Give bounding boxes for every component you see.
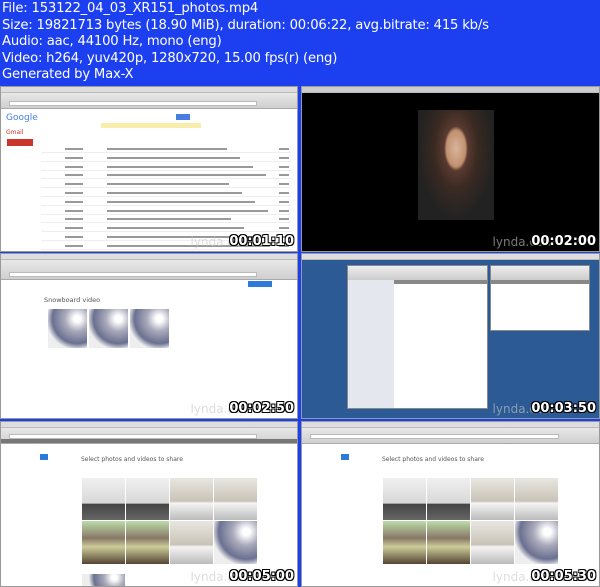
search-button [176, 114, 190, 120]
email-row [41, 180, 291, 189]
thumbnail-finder: lynda.com 00:03:50 [301, 253, 600, 419]
timestamp: 00:05:00 [229, 569, 294, 584]
video-thumbnail [89, 309, 128, 348]
share-heading: Select photos and videos to share [382, 456, 484, 463]
notification-bar [101, 123, 201, 128]
timestamp: 00:02:50 [229, 401, 294, 416]
generator-info: Generated by Max-X [2, 67, 134, 83]
thumbnail-dropbox-folder: Snowboard video lynda.com 00:02:50 [0, 253, 298, 419]
timestamp: 00:02:00 [531, 234, 596, 249]
folder-title: Snowboard video [44, 296, 101, 304]
thumbnail-gmail: Google Gmail lynda.com 00:01:10 [0, 86, 298, 252]
video-thumbnail [130, 309, 169, 348]
file-info-header: File: 153122_04_03_XR151_photos.mp4 Size… [2, 1, 489, 84]
email-row [41, 198, 291, 206]
portrait-photo [418, 110, 494, 220]
video-info: Video: h264, yuv420p, 1280x720, 15.00 fp… [2, 50, 338, 66]
share-heading: Select photos and videos to share [81, 456, 183, 463]
timestamp: 00:01:10 [229, 234, 294, 249]
file-size: Size: 19821713 bytes (18.90 MiB), durati… [2, 17, 489, 33]
thumbnail-dropbox-photos: Select photos and videos to share lynda.… [0, 421, 298, 587]
gmail-label: Gmail [6, 129, 24, 136]
thumbnail-photo-viewer: lynda.com 00:02:00 [301, 86, 600, 252]
dropbox-logo-icon [40, 454, 48, 460]
dropbox-logo-icon [341, 454, 349, 460]
file-name: File: 153122_04_03_XR151_photos.mp4 [2, 1, 259, 16]
timestamp: 00:05:30 [531, 569, 596, 584]
video-thumbnail [48, 309, 87, 348]
upload-button [248, 281, 272, 287]
email-row [41, 215, 291, 224]
email-row [41, 171, 291, 180]
email-row [41, 251, 291, 252]
email-row [41, 145, 291, 153]
email-row [41, 224, 291, 233]
timestamp: 00:03:50 [531, 401, 596, 416]
google-logo: Google [6, 113, 38, 123]
thumbnail-dropbox-photos-2: Select photos and videos to share lynda.… [301, 421, 600, 587]
email-row [41, 207, 291, 215]
finder-window [347, 265, 488, 409]
email-row [41, 163, 291, 171]
email-row [41, 154, 291, 162]
email-row [41, 189, 291, 197]
compose-button [7, 139, 33, 146]
audio-info: Audio: aac, 44100 Hz, mono (eng) [2, 34, 222, 50]
finder-window-images [490, 265, 590, 331]
